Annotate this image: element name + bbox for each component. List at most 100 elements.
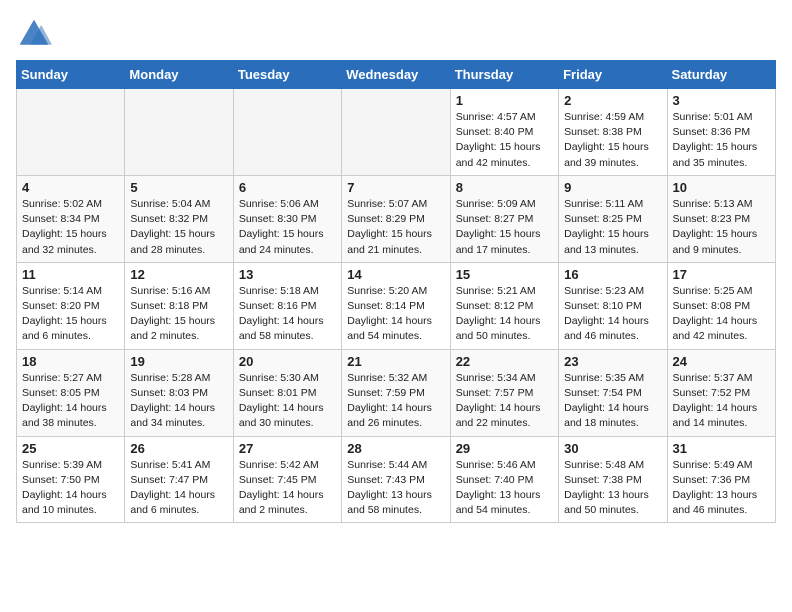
logo <box>16 16 58 52</box>
calendar-cell: 18 Sunrise: 5:27 AM Sunset: 8:05 PM Dayli… <box>17 349 125 436</box>
day-number: 25 <box>22 441 119 456</box>
calendar-cell: 26 Sunrise: 5:41 AM Sunset: 7:47 PM Dayli… <box>125 436 233 523</box>
day-info: Sunrise: 5:21 AM Sunset: 8:12 PM Dayligh… <box>456 284 553 345</box>
day-number: 28 <box>347 441 444 456</box>
weekday-header-tuesday: Tuesday <box>233 61 341 89</box>
day-number: 16 <box>564 267 661 282</box>
day-info: Sunrise: 4:57 AM Sunset: 8:40 PM Dayligh… <box>456 110 553 171</box>
calendar-cell: 4Sunrise: 5:02 AM Sunset: 8:34 PM Daylig… <box>17 175 125 262</box>
calendar-cell <box>233 89 341 176</box>
weekday-header-saturday: Saturday <box>667 61 775 89</box>
day-info: Sunrise: 5:18 AM Sunset: 8:16 PM Dayligh… <box>239 284 336 345</box>
day-info: Sunrise: 5:20 AM Sunset: 8:14 PM Dayligh… <box>347 284 444 345</box>
calendar-cell: 25 Sunrise: 5:39 AM Sunset: 7:50 PM Dayli… <box>17 436 125 523</box>
logo-icon <box>16 16 52 52</box>
calendar-cell <box>17 89 125 176</box>
page-header <box>16 16 776 52</box>
day-info: Sunrise: 5:44 AM Sunset: 7:43 PM Dayligh… <box>347 458 444 519</box>
day-number: 12 <box>130 267 227 282</box>
day-number: 7 <box>347 180 444 195</box>
week-row-1: 1 Sunrise: 4:57 AM Sunset: 8:40 PM Daylig… <box>17 89 776 176</box>
day-info: Sunrise: 5:09 AM Sunset: 8:27 PM Dayligh… <box>456 197 553 258</box>
calendar-cell: 30Sunrise: 5:48 AM Sunset: 7:38 PM Dayli… <box>559 436 667 523</box>
calendar-cell: 6Sunrise: 5:06 AM Sunset: 8:30 PM Daylig… <box>233 175 341 262</box>
calendar-cell: 14 Sunrise: 5:20 AM Sunset: 8:14 PM Dayli… <box>342 262 450 349</box>
weekday-header-row: SundayMondayTuesdayWednesdayThursdayFrid… <box>17 61 776 89</box>
day-info: Sunrise: 5:32 AM Sunset: 7:59 PM Dayligh… <box>347 371 444 432</box>
calendar-cell: 24 Sunrise: 5:37 AM Sunset: 7:52 PM Dayli… <box>667 349 775 436</box>
calendar-cell: 9 Sunrise: 5:11 AM Sunset: 8:25 PM Daylig… <box>559 175 667 262</box>
day-number: 23 <box>564 354 661 369</box>
calendar-cell: 23 Sunrise: 5:35 AM Sunset: 7:54 PM Dayli… <box>559 349 667 436</box>
calendar-cell: 29Sunrise: 5:46 AM Sunset: 7:40 PM Dayli… <box>450 436 558 523</box>
day-info: Sunrise: 5:27 AM Sunset: 8:05 PM Dayligh… <box>22 371 119 432</box>
weekday-header-friday: Friday <box>559 61 667 89</box>
day-info: Sunrise: 5:23 AM Sunset: 8:10 PM Dayligh… <box>564 284 661 345</box>
calendar-cell: 7 Sunrise: 5:07 AM Sunset: 8:29 PM Daylig… <box>342 175 450 262</box>
day-number: 27 <box>239 441 336 456</box>
day-number: 21 <box>347 354 444 369</box>
day-number: 11 <box>22 267 119 282</box>
day-info: Sunrise: 5:42 AM Sunset: 7:45 PM Dayligh… <box>239 458 336 519</box>
day-info: Sunrise: 5:11 AM Sunset: 8:25 PM Dayligh… <box>564 197 661 258</box>
calendar-cell: 22 Sunrise: 5:34 AM Sunset: 7:57 PM Dayli… <box>450 349 558 436</box>
day-number: 24 <box>673 354 770 369</box>
calendar-table: SundayMondayTuesdayWednesdayThursdayFrid… <box>16 60 776 523</box>
calendar-cell: 5 Sunrise: 5:04 AM Sunset: 8:32 PM Daylig… <box>125 175 233 262</box>
day-info: Sunrise: 5:30 AM Sunset: 8:01 PM Dayligh… <box>239 371 336 432</box>
weekday-header-sunday: Sunday <box>17 61 125 89</box>
day-number: 17 <box>673 267 770 282</box>
calendar-cell <box>125 89 233 176</box>
day-number: 2 <box>564 93 661 108</box>
day-number: 8 <box>456 180 553 195</box>
day-info: Sunrise: 5:35 AM Sunset: 7:54 PM Dayligh… <box>564 371 661 432</box>
day-info: Sunrise: 5:14 AM Sunset: 8:20 PM Dayligh… <box>22 284 119 345</box>
day-info: Sunrise: 5:01 AM Sunset: 8:36 PM Dayligh… <box>673 110 770 171</box>
day-number: 19 <box>130 354 227 369</box>
calendar-cell: 10 Sunrise: 5:13 AM Sunset: 8:23 PM Dayli… <box>667 175 775 262</box>
day-info: Sunrise: 5:49 AM Sunset: 7:36 PM Dayligh… <box>673 458 770 519</box>
day-number: 9 <box>564 180 661 195</box>
day-info: Sunrise: 5:39 AM Sunset: 7:50 PM Dayligh… <box>22 458 119 519</box>
calendar-cell: 8 Sunrise: 5:09 AM Sunset: 8:27 PM Daylig… <box>450 175 558 262</box>
day-info: Sunrise: 5:25 AM Sunset: 8:08 PM Dayligh… <box>673 284 770 345</box>
day-number: 18 <box>22 354 119 369</box>
calendar-cell: 11 Sunrise: 5:14 AM Sunset: 8:20 PM Dayli… <box>17 262 125 349</box>
day-number: 29 <box>456 441 553 456</box>
day-number: 1 <box>456 93 553 108</box>
calendar-cell: 17 Sunrise: 5:25 AM Sunset: 8:08 PM Dayli… <box>667 262 775 349</box>
calendar-cell: 28 Sunrise: 5:44 AM Sunset: 7:43 PM Dayli… <box>342 436 450 523</box>
calendar-cell: 3 Sunrise: 5:01 AM Sunset: 8:36 PM Daylig… <box>667 89 775 176</box>
week-row-4: 18 Sunrise: 5:27 AM Sunset: 8:05 PM Dayli… <box>17 349 776 436</box>
weekday-header-thursday: Thursday <box>450 61 558 89</box>
day-number: 13 <box>239 267 336 282</box>
day-info: Sunrise: 5:34 AM Sunset: 7:57 PM Dayligh… <box>456 371 553 432</box>
day-info: Sunrise: 5:48 AM Sunset: 7:38 PM Dayligh… <box>564 458 661 519</box>
day-number: 10 <box>673 180 770 195</box>
week-row-2: 4Sunrise: 5:02 AM Sunset: 8:34 PM Daylig… <box>17 175 776 262</box>
day-info: Sunrise: 5:41 AM Sunset: 7:47 PM Dayligh… <box>130 458 227 519</box>
day-info: Sunrise: 5:16 AM Sunset: 8:18 PM Dayligh… <box>130 284 227 345</box>
day-info: Sunrise: 5:37 AM Sunset: 7:52 PM Dayligh… <box>673 371 770 432</box>
day-number: 3 <box>673 93 770 108</box>
day-number: 20 <box>239 354 336 369</box>
day-number: 14 <box>347 267 444 282</box>
day-number: 22 <box>456 354 553 369</box>
day-info: Sunrise: 5:06 AM Sunset: 8:30 PM Dayligh… <box>239 197 336 258</box>
calendar-cell: 13 Sunrise: 5:18 AM Sunset: 8:16 PM Dayli… <box>233 262 341 349</box>
day-number: 5 <box>130 180 227 195</box>
day-number: 26 <box>130 441 227 456</box>
calendar-cell: 21 Sunrise: 5:32 AM Sunset: 7:59 PM Dayli… <box>342 349 450 436</box>
day-number: 31 <box>673 441 770 456</box>
calendar-cell <box>342 89 450 176</box>
week-row-3: 11 Sunrise: 5:14 AM Sunset: 8:20 PM Dayli… <box>17 262 776 349</box>
day-info: Sunrise: 5:07 AM Sunset: 8:29 PM Dayligh… <box>347 197 444 258</box>
day-info: Sunrise: 5:13 AM Sunset: 8:23 PM Dayligh… <box>673 197 770 258</box>
weekday-header-monday: Monday <box>125 61 233 89</box>
day-number: 4 <box>22 180 119 195</box>
calendar-cell: 2Sunrise: 4:59 AM Sunset: 8:38 PM Daylig… <box>559 89 667 176</box>
day-info: Sunrise: 5:04 AM Sunset: 8:32 PM Dayligh… <box>130 197 227 258</box>
calendar-cell: 12 Sunrise: 5:16 AM Sunset: 8:18 PM Dayli… <box>125 262 233 349</box>
calendar-cell: 15Sunrise: 5:21 AM Sunset: 8:12 PM Dayli… <box>450 262 558 349</box>
week-row-5: 25 Sunrise: 5:39 AM Sunset: 7:50 PM Dayli… <box>17 436 776 523</box>
